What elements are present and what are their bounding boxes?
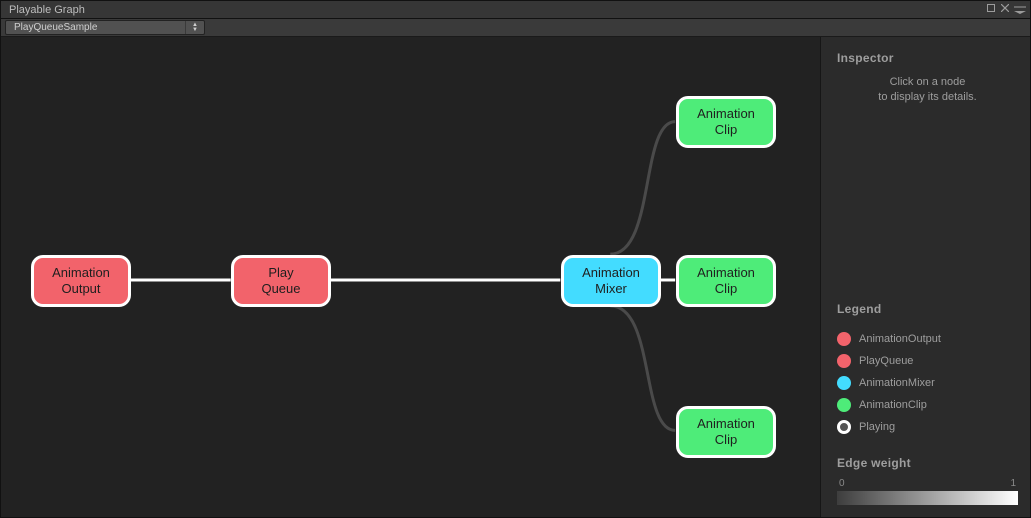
swatch-icon bbox=[837, 332, 851, 346]
edge-weight-heading: Edge weight bbox=[837, 456, 1018, 470]
window-frame: Playable Graph PlayQueueSample ▲▼ bbox=[0, 0, 1031, 518]
window-title: Playable Graph bbox=[9, 4, 85, 16]
toolbar: PlayQueueSample ▲▼ bbox=[1, 19, 1030, 37]
legend-item: AnimationMixer bbox=[837, 372, 1018, 394]
graph-canvas[interactable]: Animation Output Play Queue Animation Mi… bbox=[1, 37, 820, 517]
main-area: Animation Output Play Queue Animation Mi… bbox=[1, 37, 1030, 517]
edge-weight-max: 1 bbox=[1010, 478, 1016, 489]
node-animation-mixer[interactable]: Animation Mixer bbox=[561, 255, 661, 307]
node-animation-clip[interactable]: Animation Clip bbox=[676, 96, 776, 148]
chevron-updown-icon: ▲▼ bbox=[192, 23, 198, 33]
legend-item: AnimationClip bbox=[837, 394, 1018, 416]
legend-list: AnimationOutput PlayQueue AnimationMixer… bbox=[837, 328, 1018, 438]
edge-weight-gradient bbox=[837, 491, 1018, 505]
edge-weight-min: 0 bbox=[839, 478, 845, 489]
edge-weight-labels: 0 1 bbox=[837, 476, 1018, 491]
node-animation-output[interactable]: Animation Output bbox=[31, 255, 131, 307]
legend-heading: Legend bbox=[837, 302, 1018, 316]
legend-item: AnimationOutput bbox=[837, 328, 1018, 350]
node-animation-clip[interactable]: Animation Clip bbox=[676, 255, 776, 307]
title-bar: Playable Graph bbox=[1, 1, 1030, 19]
window-menu-icon[interactable] bbox=[1012, 6, 1026, 14]
inspector-hint: Click on a node to display its details. bbox=[837, 71, 1018, 105]
swatch-icon bbox=[837, 354, 851, 368]
node-animation-clip[interactable]: Animation Clip bbox=[676, 406, 776, 458]
legend-item: PlayQueue bbox=[837, 350, 1018, 372]
swatch-icon bbox=[837, 420, 851, 434]
swatch-icon bbox=[837, 398, 851, 412]
maximize-icon[interactable] bbox=[984, 4, 998, 15]
sidebar: Inspector Click on a node to display its… bbox=[820, 37, 1030, 517]
dropdown-value: PlayQueueSample bbox=[14, 22, 185, 33]
close-icon[interactable] bbox=[998, 4, 1012, 15]
edge-weight-section: Edge weight 0 1 bbox=[837, 456, 1018, 505]
swatch-icon bbox=[837, 376, 851, 390]
inspector-heading: Inspector bbox=[837, 51, 1018, 65]
legend-item: Playing bbox=[837, 416, 1018, 438]
node-play-queue[interactable]: Play Queue bbox=[231, 255, 331, 307]
graph-select-dropdown[interactable]: PlayQueueSample ▲▼ bbox=[5, 20, 205, 35]
